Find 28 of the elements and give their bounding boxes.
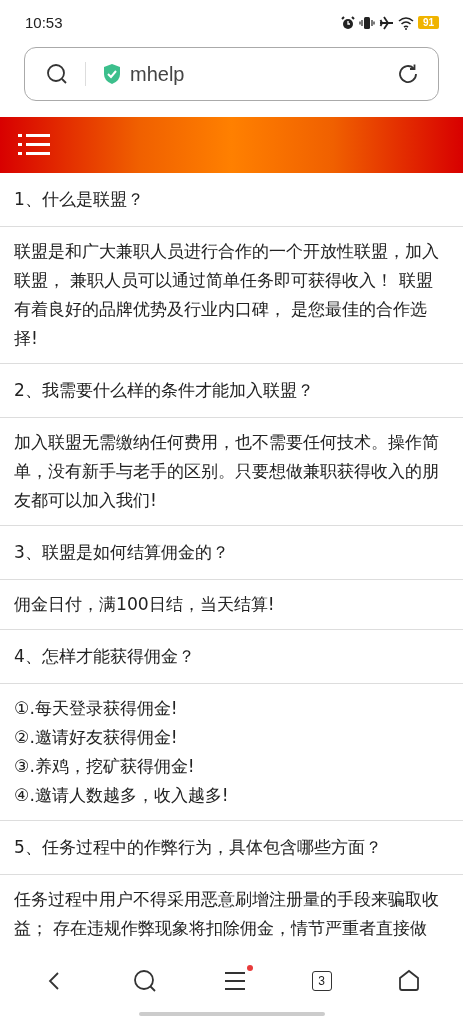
address-bar[interactable]: mhelp: [24, 47, 439, 101]
battery-indicator: 91: [417, 16, 439, 29]
faq-question[interactable]: 5、任务过程中的作弊行为，具体包含哪些方面？: [0, 821, 463, 875]
wifi-icon: [397, 15, 414, 30]
faq-answer: 联盟是和广大兼职人员进行合作的一个开放性联盟，加入联盟， 兼职人员可以通过简单任务即可获得收入！ 联盟有着良好的品牌优势及行业内口碑， 是您最佳的合作选择!: [14, 240, 440, 350]
reload-icon[interactable]: [396, 62, 420, 86]
faq-answer: 加入联盟无需缴纳任何费用，也不需要任何技术。操作简单，没有新手与老手的区别。只要想做兼职获得收入的朋友都可以加入我们!: [14, 431, 440, 512]
faq-answer: 任务过程中用户不得采用恶意刷增注册量的手段来骗取收益； 存在违规作弊现象将扣除佣金，情节严重者直接做: [14, 888, 440, 940]
alarm-clock-icon: [340, 15, 355, 30]
faq-answer: ②.邀请好友获得佣金!: [14, 726, 179, 749]
faq-question[interactable]: 3、联盟是如何结算佣金的？: [0, 526, 463, 580]
faq-question[interactable]: 2、我需要什么样的条件才能加入联盟？: [0, 364, 463, 418]
url-text: mhelp: [130, 62, 185, 86]
faq-question[interactable]: 4、怎样才能获得佣金？: [0, 630, 463, 684]
vibrate-icon: [358, 15, 375, 30]
faq-answer: 佣金日付，满100日结，当天结算!: [14, 593, 276, 616]
search-icon[interactable]: [45, 62, 69, 86]
airplane-icon: [378, 15, 394, 30]
status-time: 10:53: [25, 14, 63, 31]
faq-answer: ④.邀请人数越多，收入越多!: [14, 784, 230, 807]
tab-count-button[interactable]: 3: [311, 971, 332, 991]
faq-answer: ①.每天登录获得佣金!: [14, 697, 179, 720]
search-icon[interactable]: [131, 968, 158, 994]
menu-icon[interactable]: [222, 970, 247, 992]
faq-question[interactable]: 1、什么是联盟？: [0, 173, 463, 227]
list-menu-icon[interactable]: [18, 134, 50, 156]
faq-answer: ③.养鸡，挖矿获得佣金!: [14, 755, 196, 778]
home-icon[interactable]: [396, 969, 421, 993]
